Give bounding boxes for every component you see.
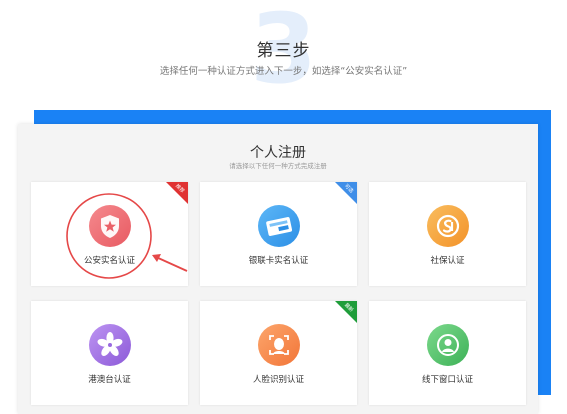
pointer-arrow-line <box>155 256 188 272</box>
highlight-circle <box>66 193 152 279</box>
highlight-annotation <box>66 193 188 279</box>
